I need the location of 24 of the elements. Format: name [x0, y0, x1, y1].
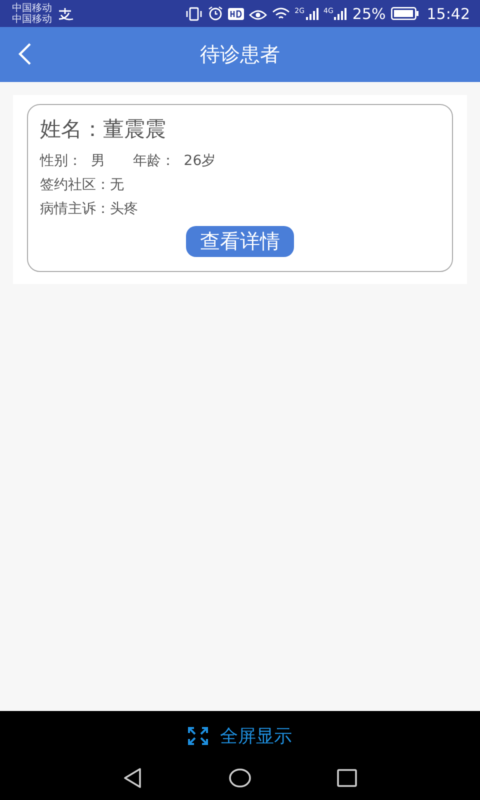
expand-icon — [188, 727, 208, 745]
fullscreen-button[interactable]: 全屏显示 — [182, 723, 298, 749]
alarm-icon — [208, 6, 223, 21]
clock: 15:42 — [426, 4, 470, 22]
carrier-name: 中国移动 — [12, 14, 52, 24]
community-text: 签约社区：无 — [40, 176, 124, 195]
details-button[interactable]: 查看详情 — [186, 226, 294, 257]
signal-icon — [333, 7, 348, 20]
battery-percent: 25% — [352, 4, 386, 22]
complaint-text: 病情主诉：头疼 — [40, 200, 138, 219]
signal-icon — [304, 7, 319, 20]
home-nav-icon[interactable] — [228, 767, 252, 789]
page-title: 待诊患者 — [200, 41, 280, 68]
hd-icon — [228, 8, 244, 20]
recents-nav-icon[interactable] — [336, 767, 358, 789]
age-text: 年龄： 26岁 — [132, 152, 216, 171]
battery-icon — [390, 7, 419, 20]
back-button[interactable] — [18, 43, 32, 65]
vibrate-icon — [184, 6, 203, 20]
back-nav-icon[interactable] — [122, 767, 144, 789]
wifi-icon — [272, 6, 290, 20]
gender-text: 性别： 男 — [40, 152, 105, 171]
patient-name: 姓名：董震震 — [40, 116, 167, 143]
carrier-name: 中国移动 — [12, 2, 52, 14]
